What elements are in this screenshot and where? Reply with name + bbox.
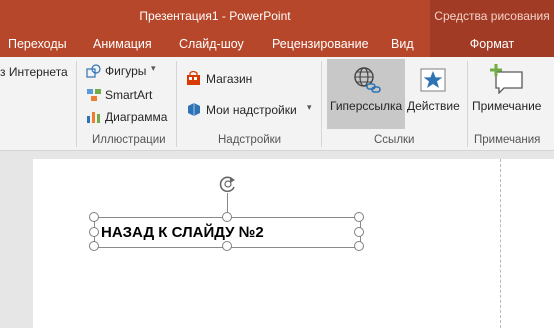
my-addins-icon xyxy=(188,103,200,116)
my-addins-label: Мои надстройки xyxy=(206,103,297,117)
my-addins-button[interactable]: Мои надстройки ▾ xyxy=(186,101,318,119)
textbox-text[interactable]: НАЗАД К СЛАЙДУ №2 xyxy=(101,224,264,241)
group-separator xyxy=(467,61,468,147)
resize-handle-right[interactable] xyxy=(354,227,364,237)
slide-guide-line xyxy=(500,159,501,328)
window-title: Презентация1 - PowerPoint xyxy=(139,9,291,23)
tab-animations[interactable]: Анимация xyxy=(93,37,152,51)
hyperlink-label: Гиперссылка xyxy=(330,99,403,113)
ribbon: з Интернета Фигуры ▾ SmartArt Диаграмма … xyxy=(0,57,554,151)
online-pictures-button[interactable]: з Интернета xyxy=(0,65,68,79)
links-group-label: Ссылки xyxy=(374,134,415,146)
action-label: Действие xyxy=(407,99,460,113)
tab-review[interactable]: Рецензирование xyxy=(272,37,369,51)
chart-button[interactable]: Диаграмма xyxy=(86,108,171,126)
resize-handle-top-right[interactable] xyxy=(354,212,364,222)
store-icon xyxy=(187,71,200,85)
resize-handle-bottom-right[interactable] xyxy=(354,241,364,251)
store-label: Магазин xyxy=(206,72,253,86)
ribbon-tab-row: Переходы Анимация Слайд-шоу Рецензирован… xyxy=(0,33,554,57)
comment-button[interactable]: Примечание xyxy=(470,59,548,129)
context-tab-header-label: Средства рисования xyxy=(434,9,550,23)
tab-slideshow[interactable]: Слайд-шоу xyxy=(179,37,244,51)
hyperlink-button[interactable]: Гиперссылка xyxy=(327,59,405,129)
chart-icon xyxy=(87,112,100,123)
tab-format[interactable]: Формат xyxy=(430,33,554,57)
resize-handle-bottom-left[interactable] xyxy=(89,241,99,251)
tab-transitions[interactable]: Переходы xyxy=(8,37,67,51)
context-tab-header: Средства рисования xyxy=(430,0,554,33)
title-bar: Презентация1 - PowerPoint Средства рисов… xyxy=(0,0,554,33)
chart-label: Диаграмма xyxy=(105,110,168,124)
resize-handle-bottom[interactable] xyxy=(222,241,232,251)
resize-handle-top-left[interactable] xyxy=(89,212,99,222)
illustrations-group-label: Иллюстрации xyxy=(92,134,166,146)
comments-group-label: Примечания xyxy=(474,134,541,146)
action-icon xyxy=(420,68,446,92)
resize-handle-left[interactable] xyxy=(89,227,99,237)
smartart-button[interactable]: SmartArt xyxy=(86,86,161,104)
comment-label: Примечание xyxy=(472,99,542,113)
shapes-label: Фигуры xyxy=(105,64,147,78)
tab-format-label: Формат xyxy=(469,37,515,51)
smartart-icon xyxy=(87,89,101,101)
store-button[interactable]: Магазин xyxy=(186,70,266,88)
group-separator xyxy=(321,61,322,147)
chevron-down-icon: ▾ xyxy=(307,102,312,112)
group-separator xyxy=(76,61,77,147)
comment-icon xyxy=(490,64,523,94)
resize-handle-top[interactable] xyxy=(222,212,232,222)
rotate-handle-icon[interactable] xyxy=(217,173,239,195)
shapes-icon xyxy=(86,64,101,78)
hyperlink-icon xyxy=(354,67,381,93)
action-button[interactable]: Действие xyxy=(406,59,462,129)
chevron-down-icon: ▾ xyxy=(151,63,156,73)
tab-view[interactable]: Вид xyxy=(391,37,414,51)
group-separator xyxy=(176,61,177,147)
shapes-button[interactable]: Фигуры ▾ xyxy=(86,63,166,81)
addins-group-label: Надстройки xyxy=(218,134,282,146)
smartart-label: SmartArt xyxy=(105,88,153,102)
